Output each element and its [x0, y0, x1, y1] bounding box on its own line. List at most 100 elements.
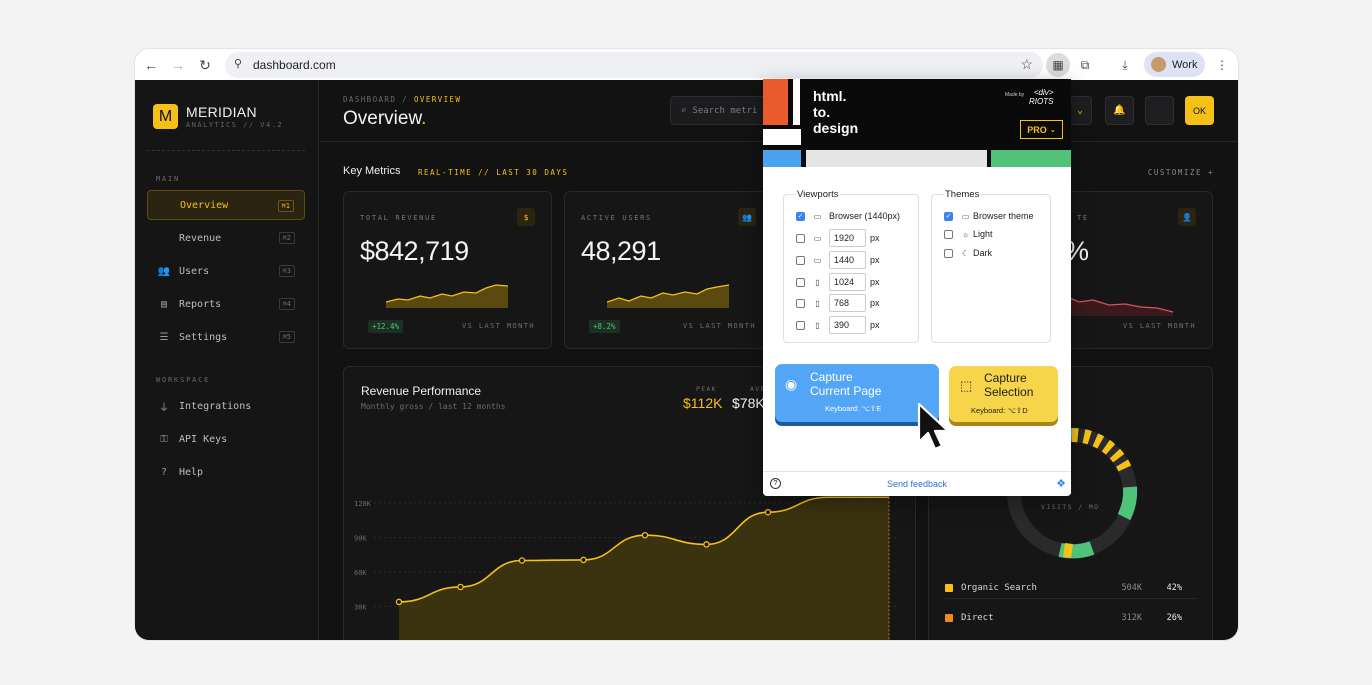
- popup-header: html. to. design Made by <div> RIOTS PRO…: [763, 79, 1071, 167]
- theme-light-option[interactable]: ☼ Light: [944, 229, 993, 239]
- breadcrumb-root[interactable]: DASHBOARD: [343, 95, 396, 104]
- profile-chip[interactable]: Work: [1144, 52, 1205, 77]
- viewport-width-input[interactable]: 390: [829, 316, 866, 334]
- pro-label: PRO: [1027, 124, 1047, 135]
- viewport-option-1440: ▭ 1440 px: [796, 251, 880, 269]
- data-point[interactable]: [580, 556, 587, 564]
- chevron-down-icon: ⌄: [1049, 126, 1056, 134]
- breadcrumb-current: OVERVIEW: [414, 95, 462, 104]
- site-settings-icon[interactable]: ⚲: [234, 57, 242, 70]
- logo-line: design: [813, 120, 859, 136]
- data-point[interactable]: [764, 508, 772, 516]
- checkbox-checked[interactable]: ✓: [944, 211, 953, 221]
- browser-window: ← → ↻ ⚲ dashboard.com ☆ ▦ ⧉ ⤓ Work ⋮ M M…: [135, 49, 1238, 640]
- sidebar-item-api-keys[interactable]: ⚿ API Keys: [147, 424, 305, 454]
- pro-dropdown[interactable]: PRO ⌄: [1020, 120, 1063, 139]
- viewports-title: Viewports: [796, 189, 840, 200]
- metric-value: $842,719: [360, 236, 469, 266]
- sidebar-item-settings[interactable]: ☰ Settings ⌘5: [147, 322, 305, 352]
- capture-selection-button[interactable]: ⬚ Capture Selection Keyboard: ⌥⇧D: [949, 366, 1058, 422]
- data-point[interactable]: [518, 557, 526, 564]
- brand-subtitle: ANALYTICS // V4.2: [186, 121, 284, 129]
- legend-percent: 42%: [1166, 582, 1182, 593]
- figma-icon[interactable]: ❖: [1056, 477, 1066, 490]
- shortcut-badge: ⌘3: [278, 265, 295, 277]
- comparison-label: VS LAST MONTH: [462, 322, 535, 330]
- forward-icon[interactable]: →: [168, 55, 188, 75]
- legend-swatch: [945, 583, 953, 592]
- theme-dark-option[interactable]: ☾ Dark: [944, 248, 992, 258]
- donut-center-sub: VISITS / MO: [1041, 503, 1100, 511]
- sun-icon: ☼: [961, 229, 970, 239]
- viewport-width-input[interactable]: 1920: [829, 229, 866, 247]
- themes-title: Themes: [944, 189, 981, 200]
- data-point[interactable]: [395, 598, 403, 606]
- reload-icon[interactable]: ↻: [195, 55, 215, 75]
- y-tick-label: 30K: [354, 604, 367, 612]
- help-icon[interactable]: ?: [770, 478, 781, 489]
- metric-card-active-users: ACTIVE USERS 👥 48,291 +8.2% VS LAST MONT…: [564, 191, 773, 349]
- dollar-icon: $: [517, 208, 535, 226]
- ok-button[interactable]: OK: [1185, 96, 1214, 125]
- chevron-down-icon[interactable]: ⌄: [1068, 96, 1092, 125]
- delta-badge: +8.2%: [589, 320, 620, 333]
- theme-label: Browser theme: [973, 211, 1034, 221]
- viewports-group: Viewports ✓ ▭ Browser (1440px) ▭ 1920 px…: [783, 189, 919, 343]
- checkbox-checked[interactable]: ✓: [796, 211, 805, 221]
- y-tick-label: 90K: [354, 535, 367, 543]
- viewport-option-1920: ▭ 1920 px: [796, 229, 880, 247]
- theme-browser-option[interactable]: ✓ ▭ Browser theme: [944, 211, 1034, 221]
- legend-value: 312K: [1121, 613, 1142, 623]
- address-bar[interactable]: ⚲ dashboard.com ☆: [225, 52, 1043, 78]
- viewport-option-768: ▯ 768 px: [796, 294, 880, 312]
- url-text: dashboard.com: [253, 58, 336, 72]
- search-icon: ⌕: [681, 105, 687, 116]
- monitor-icon: ▭: [813, 233, 822, 243]
- checkbox[interactable]: [796, 255, 805, 265]
- sidebar-item-overview[interactable]: Overview ⌘1: [147, 190, 305, 220]
- moon-icon: ☾: [961, 248, 970, 258]
- data-point[interactable]: [457, 583, 464, 591]
- checkbox[interactable]: [796, 298, 805, 308]
- sidebar-item-revenue[interactable]: Revenue ⌘2: [147, 223, 305, 253]
- extensions-puzzle-icon[interactable]: ⧉: [1073, 53, 1097, 77]
- viewport-width-input[interactable]: 1440: [829, 251, 866, 269]
- bookmark-star-icon[interactable]: ☆: [1020, 56, 1033, 73]
- checkbox[interactable]: [944, 229, 953, 239]
- checkbox[interactable]: [796, 320, 805, 330]
- checkbox[interactable]: [944, 248, 953, 258]
- sidebar-item-users[interactable]: 👥 Users ⌘3: [147, 256, 305, 286]
- viewport-width-input[interactable]: 768: [829, 294, 866, 312]
- browser-toolbar: ← → ↻ ⚲ dashboard.com ☆ ▦ ⧉ ⤓ Work ⋮: [135, 49, 1238, 80]
- menu-kebab-icon[interactable]: ⋮: [1210, 53, 1234, 77]
- divriots-logo: <div> RIOTS: [1029, 88, 1054, 106]
- checkbox[interactable]: [796, 277, 805, 287]
- legend-percent: 26%: [1166, 613, 1182, 623]
- sidebar-item-integrations[interactable]: ⏚ Integrations: [147, 391, 305, 421]
- capture-selection-shortcut: Keyboard: ⌥⇧D: [971, 406, 1028, 415]
- viewport-browser-option[interactable]: ✓ ▭ Browser (1440px): [796, 211, 900, 221]
- back-icon[interactable]: ←: [141, 55, 161, 75]
- viewport-width-input[interactable]: 1024: [829, 273, 866, 291]
- header-blank-button[interactable]: [1145, 96, 1174, 125]
- conversion-sparkline: [1065, 295, 1174, 316]
- unit-label: px: [870, 298, 880, 308]
- shortcut-badge: ⌘1: [277, 200, 294, 212]
- sidebar-item-label: Integrations: [179, 400, 252, 412]
- customize-button[interactable]: CUSTOMIZE +: [1148, 168, 1214, 177]
- capture-page-label: Capture Current Page: [810, 370, 882, 398]
- html-to-design-extension-icon[interactable]: ▦: [1046, 53, 1070, 77]
- data-point[interactable]: [641, 531, 649, 539]
- download-icon[interactable]: ⤓: [1113, 53, 1137, 77]
- monitor-icon: ▭: [961, 211, 970, 221]
- sidebar-divider: [147, 150, 305, 151]
- unit-label: px: [870, 233, 880, 243]
- notification-bell-icon[interactable]: 🔔: [1105, 96, 1134, 125]
- tablet-icon: ▯: [815, 277, 820, 287]
- sidebar-item-help[interactable]: ? Help: [147, 457, 305, 487]
- data-point[interactable]: [703, 541, 710, 548]
- send-feedback-link[interactable]: Send feedback: [887, 479, 947, 489]
- sidebar: M MERIDIAN ANALYTICS // V4.2 MAIN Overvi…: [135, 80, 319, 640]
- sidebar-item-reports[interactable]: ▤ Reports ⌘4: [147, 289, 305, 319]
- checkbox[interactable]: [796, 233, 805, 243]
